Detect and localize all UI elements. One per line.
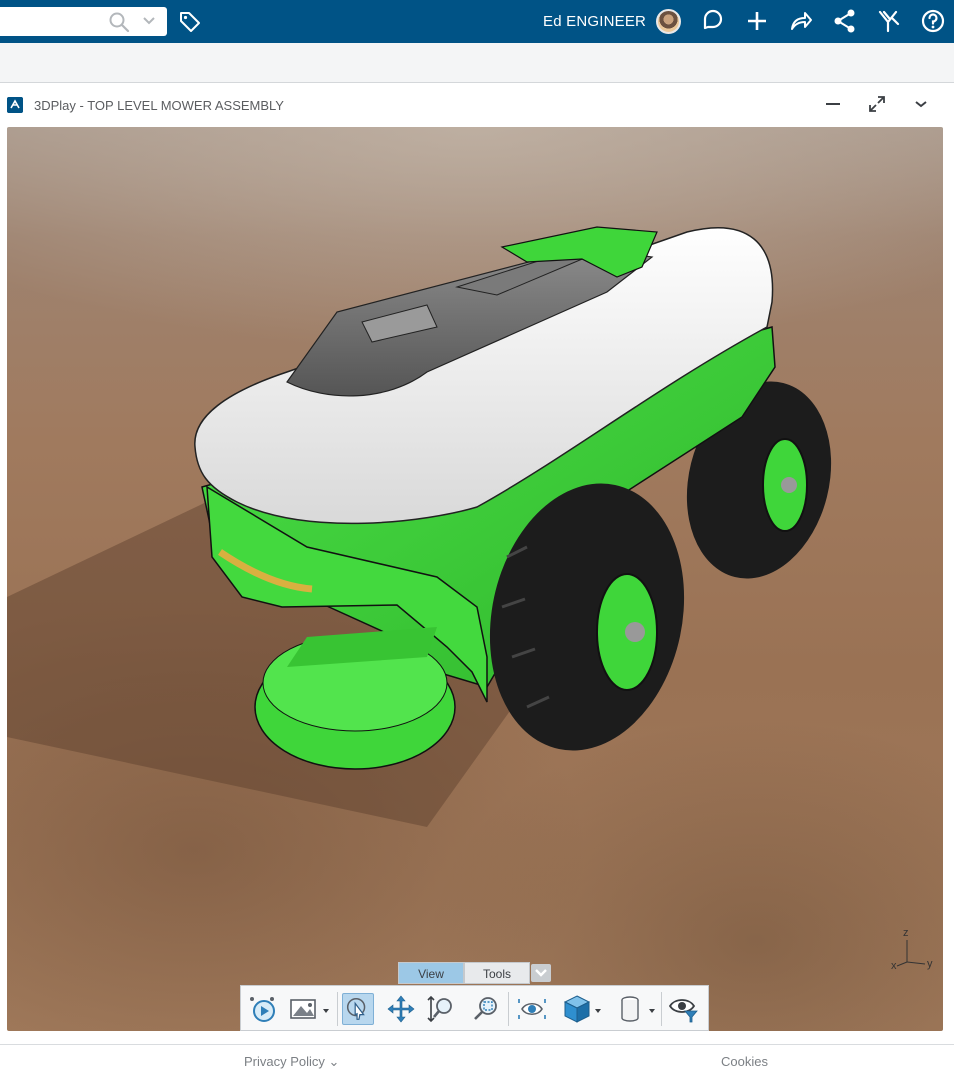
footer [0, 1044, 954, 1080]
share-icon[interactable] [788, 8, 814, 34]
help-icon[interactable] [920, 8, 946, 34]
privacy-policy-link[interactable]: Privacy Policy ⌄ [244, 1054, 339, 1070]
compass-icon[interactable] [876, 8, 902, 34]
axis-x-label: x [891, 960, 897, 972]
avatar[interactable] [656, 9, 681, 34]
plus-icon[interactable] [744, 8, 770, 34]
mower-model[interactable] [7, 127, 943, 1031]
select-icon[interactable] [342, 993, 374, 1025]
widget-title: 3DPlay - TOP LEVEL MOWER ASSEMBLY [34, 98, 284, 113]
3dplay-logo-icon [7, 97, 23, 113]
feedback-icon[interactable] [700, 8, 726, 34]
search-input[interactable] [0, 7, 100, 36]
zoom-icon[interactable] [425, 993, 457, 1025]
axis-y-label: y [927, 958, 933, 970]
maximize-icon[interactable] [867, 94, 887, 114]
chevron-down-icon[interactable] [911, 94, 931, 114]
view-cube-icon[interactable] [561, 993, 593, 1025]
pan-icon[interactable] [385, 993, 417, 1025]
cylinder-icon[interactable] [614, 993, 646, 1025]
action-bar-tabs: View Tools [398, 962, 530, 984]
caret-down-icon[interactable] [649, 1008, 655, 1014]
dashboard-toolbar [0, 43, 954, 83]
search-icon[interactable] [108, 11, 130, 33]
user-name[interactable]: Ed ENGINEER [543, 13, 646, 30]
tab-tools[interactable]: Tools [464, 962, 530, 984]
cookies-link[interactable]: Cookies [721, 1054, 768, 1069]
collapse-toolbar-icon[interactable] [531, 964, 551, 982]
ambiance-icon[interactable] [288, 993, 320, 1025]
action-bar [240, 985, 709, 1031]
minimize-icon[interactable] [823, 94, 843, 114]
top-bar: Ed ENGINEER [0, 0, 954, 43]
caret-down-icon[interactable] [595, 1008, 601, 1014]
view-orbit-icon[interactable] [516, 993, 548, 1025]
chevron-down-icon: ⌄ [328, 1054, 340, 1069]
zoom-fit-icon[interactable] [469, 993, 501, 1025]
3d-viewport[interactable]: z x y [7, 127, 943, 1031]
privacy-policy-label: Privacy Policy [244, 1054, 325, 1069]
caret-down-icon[interactable] [323, 1008, 329, 1014]
tag-icon[interactable] [178, 10, 202, 34]
chevron-down-icon[interactable] [142, 14, 156, 28]
visibility-icon[interactable] [667, 993, 699, 1025]
play-icon[interactable] [246, 993, 278, 1025]
network-icon[interactable] [832, 8, 858, 34]
tab-view[interactable]: View [398, 962, 464, 984]
axis-z-label: z [903, 927, 909, 939]
search-box[interactable] [0, 7, 167, 36]
